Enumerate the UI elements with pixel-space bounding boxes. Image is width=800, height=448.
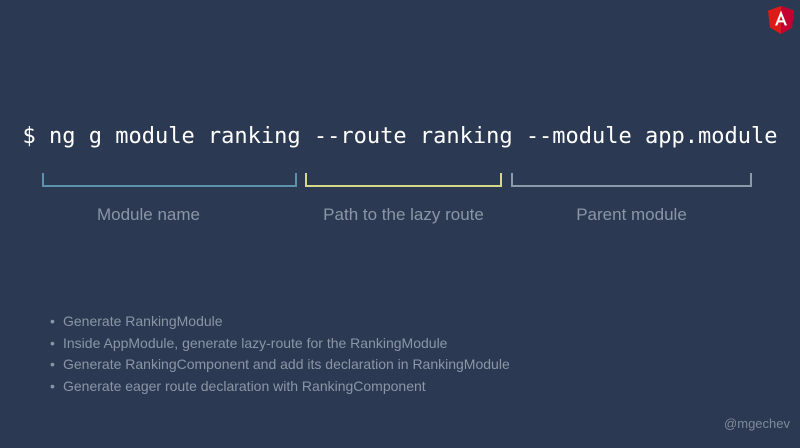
- list-item-text: Generate RankingComponent and add its de…: [63, 356, 510, 372]
- module-name-label: Module name: [96, 205, 200, 224]
- angular-logo-icon: [768, 6, 794, 34]
- cli-command: $ ng g module ranking --route ranking --…: [22, 124, 778, 149]
- parent-module-bracket: [511, 173, 752, 187]
- lazy-route-label: Path to the lazy route: [323, 205, 484, 224]
- author-handle: @mgechev: [724, 416, 790, 431]
- module-name-bracket: [42, 173, 297, 187]
- bullet-icon: •: [50, 377, 55, 394]
- list-item: • Generate eager route declaration with R…: [50, 376, 510, 398]
- bullet-icon: •: [50, 356, 55, 372]
- list-item-text: Inside AppModule, generate lazy-route fo…: [63, 334, 448, 351]
- bullet-icon: •: [50, 334, 55, 351]
- list-item-text: Generate RankingModule: [63, 313, 223, 329]
- list-item: • Generate RankingModule: [50, 311, 510, 333]
- parent-module-label: Parent module: [576, 205, 687, 224]
- list-item: • Generate RankingComponent and add its d…: [50, 354, 510, 376]
- list-item-text: Generate eager route declaration with Ra…: [63, 377, 426, 394]
- list-item: • Inside AppModule, generate lazy-route f…: [50, 333, 510, 355]
- bullet-icon: •: [50, 313, 55, 329]
- lazy-route-bracket: [305, 173, 502, 187]
- steps-list: • Generate RankingModule • Inside AppModul…: [50, 311, 510, 397]
